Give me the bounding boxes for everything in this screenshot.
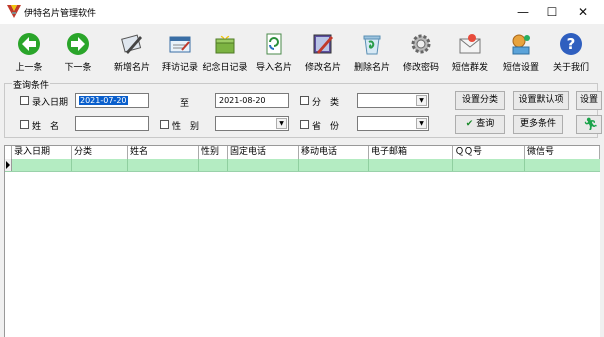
column-gender[interactable]: 性别: [199, 146, 228, 159]
entry-date-label: 录入日期: [32, 98, 69, 108]
column-category[interactable]: 分类: [72, 146, 128, 159]
table-cell[interactable]: [228, 159, 299, 171]
column-email[interactable]: 电子邮箱: [369, 146, 453, 159]
table-row[interactable]: [5, 159, 600, 172]
table-cell[interactable]: [72, 159, 128, 171]
password-icon: [411, 34, 431, 54]
gender-checkbox[interactable]: [160, 120, 169, 129]
close-button[interactable]: ✕: [568, 3, 598, 21]
minimize-button[interactable]: —: [508, 3, 538, 21]
row-indicator-header: [5, 146, 12, 159]
anniversary-icon: [215, 35, 235, 54]
column-mobile[interactable]: 移动电话: [299, 146, 369, 159]
province-checkbox[interactable]: [300, 120, 309, 129]
cards-table[interactable]: 录入日期 分类 姓名 性别 固定电话 移动电话 电子邮箱 ＱＱ号 微信号: [4, 145, 600, 337]
chevron-down-icon[interactable]: ▼: [416, 118, 427, 129]
checkmark-icon: ✔: [465, 119, 474, 129]
search-button[interactable]: ✔ 查询: [455, 115, 505, 134]
arrow-up-icon: [18, 33, 40, 55]
category-checkbox[interactable]: [300, 96, 309, 105]
chevron-down-icon[interactable]: ▼: [416, 95, 427, 106]
current-row-indicator: [5, 159, 12, 171]
new-card-icon: [121, 34, 142, 54]
app-logo-icon: [7, 5, 21, 18]
name-field[interactable]: [75, 116, 149, 131]
column-qq[interactable]: ＱＱ号: [453, 146, 525, 159]
table-cell[interactable]: [12, 159, 72, 171]
title-bar: 伊特名片管理软件 — ☐ ✕: [0, 0, 604, 24]
table-header: 录入日期 分类 姓名 性别 固定电话 移动电话 电子邮箱 ＱＱ号 微信号: [5, 146, 600, 160]
visit-record-icon: [169, 36, 191, 53]
province-label: 省 份: [312, 122, 340, 132]
table-cell[interactable]: [369, 159, 453, 171]
column-name[interactable]: 姓名: [128, 146, 199, 159]
arrow-down-icon: [67, 33, 89, 55]
sms-icon: [459, 34, 481, 54]
name-checkbox[interactable]: [20, 120, 29, 129]
table-cell[interactable]: [525, 159, 600, 171]
row-pointer-icon: [6, 161, 10, 169]
gender-combo[interactable]: ▼: [215, 116, 289, 131]
edit-card-icon: [313, 34, 333, 54]
column-wechat[interactable]: 微信号: [525, 146, 600, 159]
name-label: 姓 名: [32, 122, 60, 132]
category-combo[interactable]: ▼: [357, 93, 429, 108]
about-us-button[interactable]: ? 关于我们: [546, 27, 596, 73]
column-landline[interactable]: 固定电话: [228, 146, 299, 159]
set-default-button[interactable]: 设置默认项: [513, 91, 569, 110]
search-button-label: 查询: [476, 119, 495, 129]
gender-label: 性 别: [172, 122, 200, 132]
date-from-field[interactable]: 2021-07-20: [75, 93, 149, 108]
toolbar: 上一条 下一条 新增名片 拜访记录 纪念日记录 导入名片 修改名片 删除名片 修…: [0, 24, 604, 74]
maximize-button[interactable]: ☐: [537, 3, 567, 21]
help-icon: ?: [560, 33, 582, 55]
window-title: 伊特名片管理软件: [24, 9, 97, 19]
table-cell[interactable]: [128, 159, 199, 171]
category-label: 分 类: [312, 98, 340, 108]
settings-button[interactable]: 设置: [576, 91, 602, 110]
table-cell[interactable]: [199, 159, 228, 171]
about-us-label: 关于我们: [552, 63, 589, 73]
svg-text:?: ?: [567, 35, 576, 53]
table-cell[interactable]: [453, 159, 525, 171]
column-entry-date[interactable]: 录入日期: [12, 146, 72, 159]
chevron-down-icon[interactable]: ▼: [276, 118, 287, 129]
table-cell[interactable]: [299, 159, 369, 171]
next-record-button[interactable]: 下一条: [53, 27, 103, 73]
more-conditions-button[interactable]: 更多条件: [513, 115, 563, 134]
to-label: 至: [180, 99, 190, 109]
query-conditions-legend: 查询条件: [12, 78, 51, 91]
set-category-button[interactable]: 设置分类: [455, 91, 505, 110]
running-man-icon[interactable]: 🏃︎: [576, 115, 602, 134]
entry-date-checkbox[interactable]: [20, 96, 29, 105]
import-icon: [266, 33, 282, 55]
province-combo[interactable]: ▼: [357, 116, 429, 131]
sms-settings-icon: [512, 34, 530, 55]
date-to-field[interactable]: 2021-08-20: [215, 93, 289, 108]
delete-icon: [363, 35, 381, 55]
